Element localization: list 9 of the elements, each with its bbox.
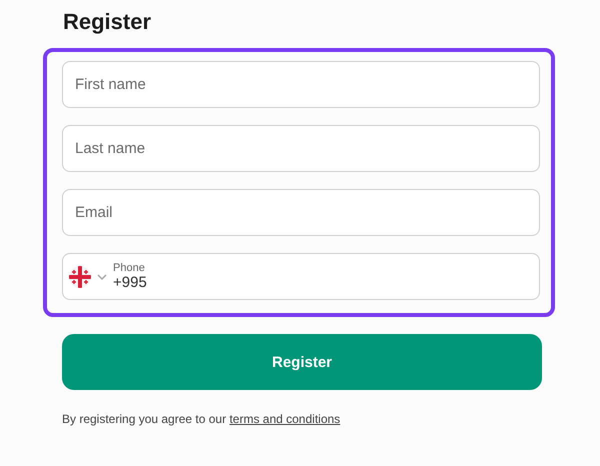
- register-button[interactable]: Register: [62, 334, 542, 390]
- phone-field[interactable]: Phone +995: [62, 253, 540, 300]
- flag-icon[interactable]: [69, 266, 91, 288]
- text-field[interactable]: First name: [62, 61, 540, 108]
- text-field[interactable]: Email: [62, 189, 540, 236]
- terms-link[interactable]: terms and conditions: [229, 412, 340, 426]
- agreement-text: By registering you agree to our terms and conditions: [62, 412, 340, 426]
- text-field[interactable]: Last name: [62, 125, 540, 172]
- form-title: Register: [63, 8, 152, 36]
